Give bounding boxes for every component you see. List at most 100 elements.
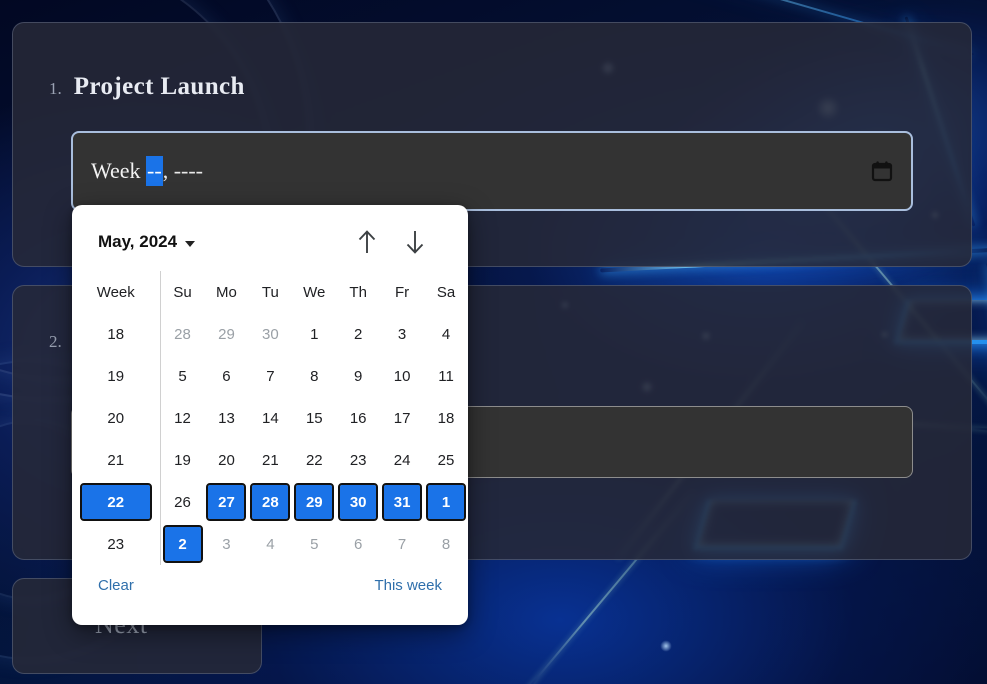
calendar-day[interactable]: 24 xyxy=(380,439,424,481)
calendar-day[interactable]: 16 xyxy=(336,397,380,439)
calendar-day-cell[interactable]: 2 xyxy=(340,317,376,351)
week-number-cell[interactable]: 20 xyxy=(82,401,150,435)
clear-button[interactable]: Clear xyxy=(98,577,134,594)
calendar-day-cell[interactable]: 24 xyxy=(384,443,420,477)
calendar-day-cell[interactable]: 10 xyxy=(384,359,420,393)
calendar-day[interactable]: 2 xyxy=(160,523,205,565)
calendar-day[interactable]: 8 xyxy=(292,355,336,397)
calendar-day[interactable]: 10 xyxy=(380,355,424,397)
calendar-week-row[interactable]: 18 28 29 30 1 2 3 4 xyxy=(72,313,468,355)
calendar-week-row[interactable]: 22 26 27 28 29 30 31 1 xyxy=(72,481,468,523)
calendar-day-cell[interactable]: 8 xyxy=(296,359,332,393)
calendar-day-cell[interactable]: 25 xyxy=(428,443,464,477)
calendar-day[interactable]: 27 xyxy=(205,481,249,523)
calendar-day[interactable]: 9 xyxy=(336,355,380,397)
calendar-day-cell[interactable]: 11 xyxy=(428,359,464,393)
calendar-day-cell[interactable]: 30 xyxy=(338,483,379,521)
calendar-day[interactable]: 26 xyxy=(160,481,205,523)
calendar-day-cell[interactable]: 26 xyxy=(165,485,201,519)
calendar-day-cell[interactable]: 9 xyxy=(340,359,376,393)
calendar-day[interactable]: 30 xyxy=(336,481,380,523)
calendar-day[interactable]: 17 xyxy=(380,397,424,439)
calendar-week-number[interactable]: 19 xyxy=(72,355,161,397)
calendar-day[interactable]: 30 xyxy=(248,313,292,355)
calendar-day[interactable]: 5 xyxy=(292,523,336,565)
calendar-day[interactable]: 28 xyxy=(248,481,292,523)
calendar-week-row[interactable]: 23 2 3 4 5 6 7 8 xyxy=(72,523,468,565)
calendar-day[interactable]: 7 xyxy=(248,355,292,397)
calendar-icon[interactable] xyxy=(869,158,895,184)
calendar-day-cell[interactable]: 1 xyxy=(426,483,467,521)
calendar-day-cell[interactable]: 28 xyxy=(250,483,291,521)
calendar-day-cell[interactable]: 6 xyxy=(208,359,244,393)
week-input-week-segment[interactable]: -- xyxy=(146,156,163,186)
calendar-day-cell[interactable]: 1 xyxy=(296,317,332,351)
arrow-down-icon[interactable] xyxy=(400,227,430,257)
calendar-week-row[interactable]: 19 5 6 7 8 9 10 11 xyxy=(72,355,468,397)
calendar-day[interactable]: 23 xyxy=(336,439,380,481)
week-number-cell[interactable]: 23 xyxy=(82,527,150,561)
calendar-day-cell[interactable]: 19 xyxy=(165,443,201,477)
calendar-day[interactable]: 3 xyxy=(380,313,424,355)
calendar-day-cell[interactable]: 8 xyxy=(428,527,464,561)
calendar-day[interactable]: 8 xyxy=(424,523,468,565)
calendar-day-cell[interactable]: 18 xyxy=(428,401,464,435)
calendar-day-cell[interactable]: 4 xyxy=(252,527,288,561)
calendar-week-number[interactable]: 21 xyxy=(72,439,161,481)
calendar-day-cell[interactable]: 20 xyxy=(208,443,244,477)
week-input-year-segment[interactable]: ---- xyxy=(174,158,203,184)
calendar-day[interactable]: 22 xyxy=(292,439,336,481)
calendar-day[interactable]: 20 xyxy=(205,439,249,481)
calendar-day[interactable]: 1 xyxy=(292,313,336,355)
calendar-day[interactable]: 21 xyxy=(248,439,292,481)
calendar-day[interactable]: 13 xyxy=(205,397,249,439)
calendar-day-cell[interactable]: 30 xyxy=(252,317,288,351)
calendar-day[interactable]: 28 xyxy=(160,313,205,355)
calendar-day[interactable]: 4 xyxy=(424,313,468,355)
calendar-day-cell[interactable]: 7 xyxy=(384,527,420,561)
week-number-cell[interactable]: 21 xyxy=(82,443,150,477)
calendar-day[interactable]: 5 xyxy=(160,355,205,397)
calendar-day-cell[interactable]: 4 xyxy=(428,317,464,351)
calendar-day-cell[interactable]: 29 xyxy=(294,483,335,521)
calendar-day[interactable]: 2 xyxy=(336,313,380,355)
arrow-up-icon[interactable] xyxy=(352,227,382,257)
calendar-day[interactable]: 6 xyxy=(336,523,380,565)
week-number-cell[interactable]: 22 xyxy=(79,483,152,521)
calendar-day-cell[interactable]: 3 xyxy=(384,317,420,351)
calendar-day-cell[interactable]: 3 xyxy=(208,527,244,561)
calendar-day[interactable]: 19 xyxy=(160,439,205,481)
calendar-day-cell[interactable]: 2 xyxy=(162,525,203,563)
calendar-day-cell[interactable]: 5 xyxy=(296,527,332,561)
calendar-day[interactable]: 11 xyxy=(424,355,468,397)
calendar-day[interactable]: 1 xyxy=(424,481,468,523)
calendar-day-cell[interactable]: 21 xyxy=(252,443,288,477)
calendar-day[interactable]: 29 xyxy=(205,313,249,355)
month-year-dropdown[interactable]: May, 2024 xyxy=(98,232,196,252)
calendar-day[interactable]: 31 xyxy=(380,481,424,523)
this-week-button[interactable]: This week xyxy=(374,577,442,594)
week-number-cell[interactable]: 19 xyxy=(82,359,150,393)
calendar-day-cell[interactable]: 17 xyxy=(384,401,420,435)
calendar-day[interactable]: 6 xyxy=(205,355,249,397)
calendar-week-row[interactable]: 21 19 20 21 22 23 24 25 xyxy=(72,439,468,481)
calendar-day[interactable]: 18 xyxy=(424,397,468,439)
calendar-week-number[interactable]: 23 xyxy=(72,523,161,565)
calendar-day[interactable]: 12 xyxy=(160,397,205,439)
calendar-day[interactable]: 15 xyxy=(292,397,336,439)
calendar-day-cell[interactable]: 6 xyxy=(340,527,376,561)
calendar-day-cell[interactable]: 15 xyxy=(296,401,332,435)
calendar-week-number[interactable]: 22 xyxy=(72,481,161,523)
calendar-day[interactable]: 25 xyxy=(424,439,468,481)
calendar-day-cell[interactable]: 28 xyxy=(165,317,201,351)
calendar-day[interactable]: 29 xyxy=(292,481,336,523)
calendar-day-cell[interactable]: 13 xyxy=(208,401,244,435)
calendar-day-cell[interactable]: 22 xyxy=(296,443,332,477)
calendar-week-number[interactable]: 18 xyxy=(72,313,161,355)
calendar-day-cell[interactable]: 29 xyxy=(208,317,244,351)
calendar-week-number[interactable]: 20 xyxy=(72,397,161,439)
calendar-day-cell[interactable]: 23 xyxy=(340,443,376,477)
calendar-day-cell[interactable]: 31 xyxy=(382,483,423,521)
week-input[interactable]: Week --, ---- xyxy=(71,131,913,211)
calendar-day-cell[interactable]: 16 xyxy=(340,401,376,435)
